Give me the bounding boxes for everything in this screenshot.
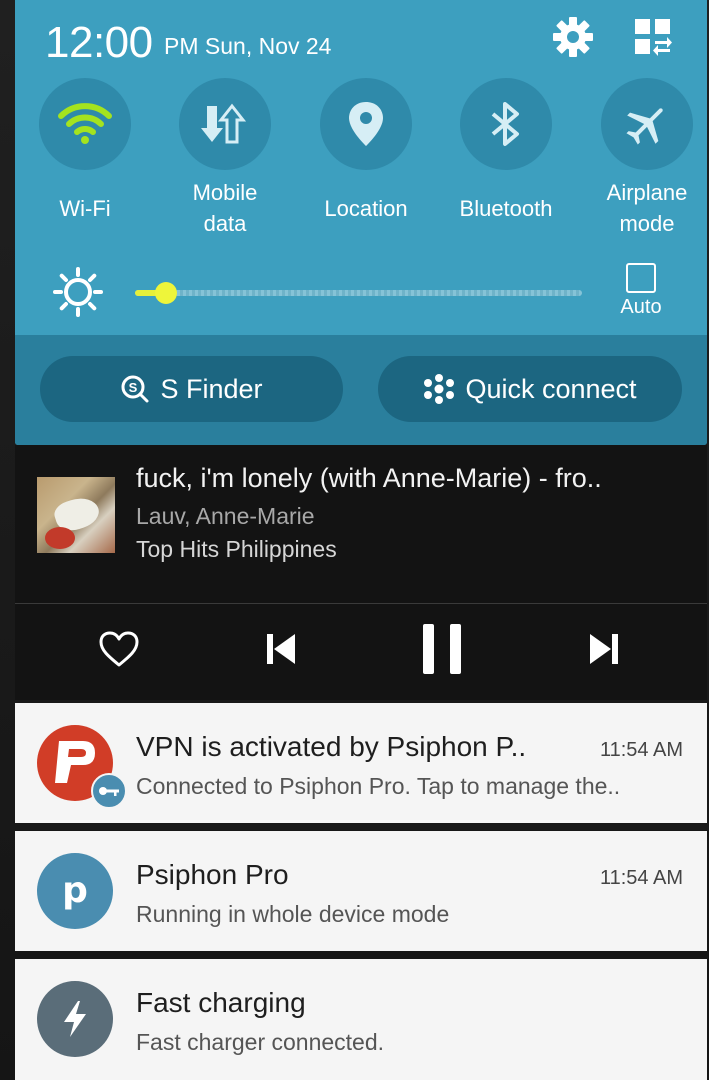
- vpn-notification[interactable]: VPN is activated by Psiphon P.. Connecte…: [15, 703, 707, 823]
- notification-time: 11:54 AM: [599, 867, 683, 889]
- wifi-toggle[interactable]: Wi-Fi: [15, 78, 155, 238]
- mobile-data-icon: [201, 103, 247, 144]
- auto-brightness-label: Auto: [620, 296, 662, 318]
- brightness-slider-knob[interactable]: [155, 282, 177, 304]
- grid-edit-icon: [635, 19, 672, 56]
- next-button[interactable]: [578, 623, 630, 675]
- pause-icon: [423, 624, 461, 674]
- album-art: [37, 477, 115, 553]
- previous-button[interactable]: [255, 623, 307, 675]
- quick-toggles: Wi-Fi Mobile data Location Bluetooth Air…: [15, 78, 707, 238]
- media-title: fuck, i'm lonely (with Anne-Marie) - fro…: [136, 463, 602, 493]
- actions-band: S S Finder Quick connect: [15, 335, 707, 445]
- lightning-icon: [37, 981, 113, 1057]
- heart-icon: [99, 631, 139, 667]
- notification-time: 11:54 AM: [599, 739, 683, 761]
- media-divider: [15, 603, 707, 604]
- toggle-circle: [179, 78, 271, 170]
- notification-title: Psiphon Pro: [136, 859, 289, 890]
- key-badge-icon: [91, 773, 127, 809]
- notification-title: Fast charging: [136, 987, 306, 1018]
- location-toggle[interactable]: Location: [296, 78, 436, 238]
- edit-quick-settings-button[interactable]: [630, 14, 676, 60]
- psiphon-icon: p: [37, 853, 113, 929]
- gear-icon: [553, 17, 593, 57]
- quick-connect-button[interactable]: Quick connect: [378, 356, 682, 422]
- location-icon: [349, 102, 383, 146]
- quick-settings-panel: 12:00 PM Sun, Nov 24 Wi-Fi Mobile data L…: [15, 0, 707, 445]
- toggle-circle: [39, 78, 131, 170]
- media-notification[interactable]: fuck, i'm lonely (with Anne-Marie) - fro…: [15, 445, 707, 700]
- skip-next-icon: [590, 634, 618, 664]
- brightness-icon: [53, 267, 103, 317]
- settings-button[interactable]: [550, 14, 596, 60]
- airplane-toggle[interactable]: Airplane mode: [577, 78, 707, 238]
- notification-text: Running in whole device mode: [136, 901, 450, 927]
- toggle-label-wifi: Wi-Fi: [59, 195, 111, 221]
- quick-connect-label: Quick connect: [465, 373, 637, 404]
- date: PM Sun, Nov 24: [164, 33, 332, 59]
- s-finder-label: S Finder: [160, 373, 263, 404]
- bluetooth-toggle[interactable]: Bluetooth: [436, 78, 576, 238]
- mobile-data-toggle[interactable]: Mobile data: [155, 78, 295, 238]
- toggle-circle: [320, 78, 412, 170]
- skip-previous-icon: [267, 634, 295, 664]
- notification-text: Fast charger connected.: [136, 1029, 385, 1055]
- pause-button[interactable]: [416, 623, 468, 675]
- svg-text:S: S: [129, 380, 138, 395]
- bluetooth-icon: [491, 102, 519, 146]
- like-button[interactable]: [93, 623, 145, 675]
- notification-text: Connected to Psiphon Pro. Tap to manage …: [136, 773, 621, 799]
- toggle-circle: [601, 78, 693, 170]
- s-finder-button[interactable]: S S Finder: [40, 356, 343, 422]
- media-source: Top Hits Philippines: [136, 536, 337, 562]
- notification-title: VPN is activated by Psiphon P..: [136, 731, 527, 762]
- auto-brightness-checkbox[interactable]: [626, 263, 656, 293]
- s-finder-icon: S: [121, 375, 149, 403]
- clock: 12:00: [45, 18, 153, 67]
- brightness-row: Auto: [15, 255, 707, 325]
- status-row: 12:00 PM Sun, Nov 24: [15, 0, 707, 80]
- toggle-circle: [460, 78, 552, 170]
- fast-charging-notification[interactable]: Fast charging Fast charger connected.: [15, 959, 707, 1080]
- wifi-icon: [58, 103, 112, 144]
- toggle-label-mobile-data: Mobile data: [192, 180, 258, 236]
- toggle-label-location: Location: [324, 195, 408, 221]
- svg-text:p: p: [62, 870, 88, 911]
- airplane-icon: [626, 108, 663, 145]
- media-artist: Lauv, Anne-Marie: [136, 503, 315, 529]
- psiphon-notification[interactable]: p Psiphon Pro Running in whole device mo…: [15, 831, 707, 951]
- toggle-label-airplane: Airplane mode: [606, 180, 688, 236]
- toggle-label-bluetooth: Bluetooth: [459, 195, 553, 221]
- brightness-slider[interactable]: [135, 282, 582, 304]
- quick-connect-icon: [424, 374, 455, 404]
